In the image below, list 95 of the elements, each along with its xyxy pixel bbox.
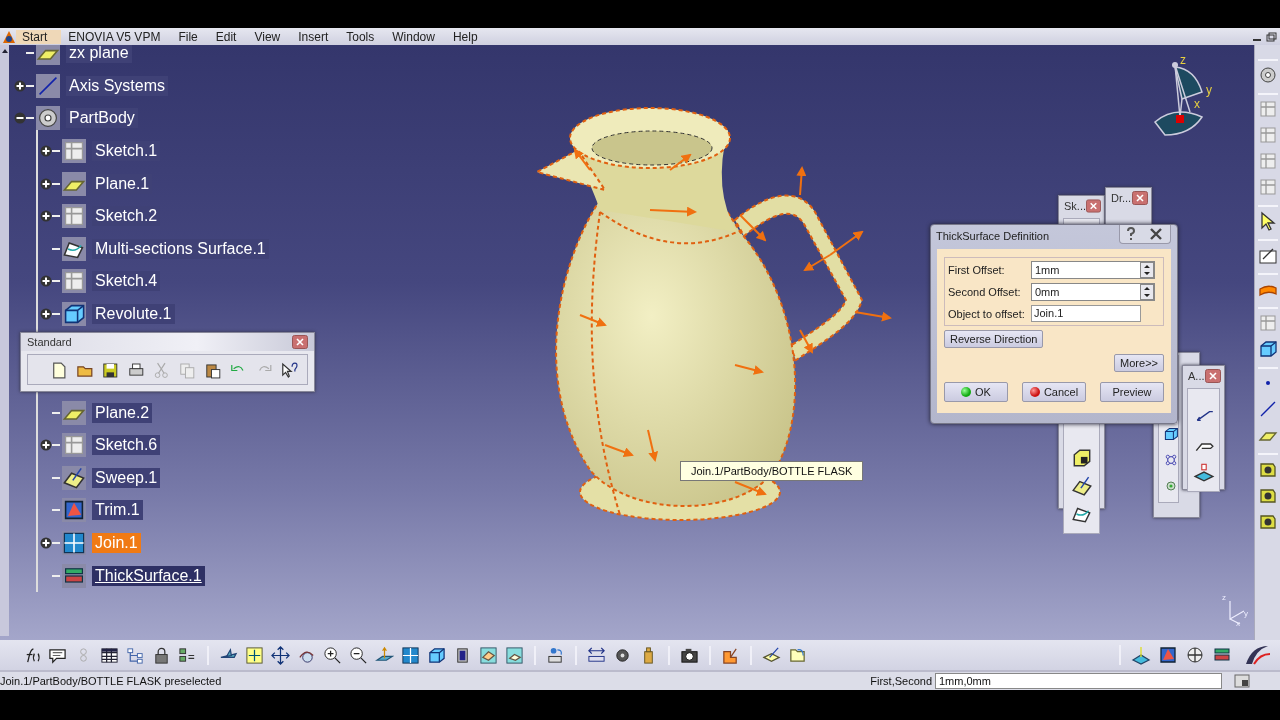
plane-icon <box>62 400 86 425</box>
app-logo-icon[interactable] <box>2 29 16 44</box>
tree-item[interactable]: Sweep.1 <box>92 467 161 488</box>
toolbar-title: Sk... <box>1064 200 1086 212</box>
box-icon[interactable] <box>1257 339 1278 359</box>
restore-icon[interactable] <box>1264 30 1278 43</box>
spinner-field[interactable]: 0mm <box>1031 283 1155 301</box>
fit-all-icon[interactable] <box>245 645 264 665</box>
tree-item[interactable]: Sketch.6 <box>92 435 161 456</box>
plane-icon <box>62 171 86 196</box>
menu-item[interactable]: Help <box>445 29 489 44</box>
tree-item[interactable]: PartBody <box>66 108 138 129</box>
menu-item[interactable]: Insert <box>291 29 340 44</box>
sketch-icon <box>62 139 86 164</box>
status-input-field[interactable]: 1mm,0mm <box>935 673 1222 689</box>
new-file-icon[interactable] <box>50 361 69 380</box>
expand-icon[interactable] <box>40 308 52 321</box>
field-label: Second Offset: <box>948 286 1022 298</box>
toolbar-title: Standard <box>27 336 72 348</box>
sketch-icon <box>62 433 86 458</box>
tooltip: Join.1/PartBody/BOTTLE FLASK <box>680 461 864 481</box>
target-icon[interactable] <box>1185 645 1205 665</box>
sketch-icon <box>62 204 86 229</box>
status-field-label: First,Second <box>870 675 933 687</box>
tree-view-icon[interactable] <box>126 645 145 665</box>
sweep-icon <box>62 465 86 490</box>
spinner-field[interactable]: 1mm <box>1031 261 1155 279</box>
tree-item[interactable]: Plane.2 <box>92 402 153 423</box>
compass-drawing[interactable]: z y x <box>1150 57 1220 139</box>
sketch-icon <box>62 269 86 294</box>
tree-item[interactable]: Revolute.1 <box>92 304 175 325</box>
menu-item[interactable]: Tools <box>339 29 386 44</box>
tree-item[interactable]: Sketch.4 <box>92 271 161 292</box>
menu-item[interactable]: Start <box>16 29 62 44</box>
close-icon[interactable] <box>1132 191 1148 205</box>
save-icon[interactable] <box>101 361 120 380</box>
lock-icon[interactable] <box>152 645 171 665</box>
tree-item[interactable]: Trim.1 <box>92 500 143 521</box>
menu-item[interactable]: File <box>171 29 209 44</box>
box-icon[interactable] <box>1163 426 1179 442</box>
expand-icon[interactable] <box>40 439 52 452</box>
close-icon[interactable] <box>292 335 308 349</box>
window-icon[interactable] <box>1234 674 1250 688</box>
scroll-up-icon[interactable] <box>0 47 9 55</box>
collapse-icon[interactable] <box>14 112 26 125</box>
expand-icon[interactable] <box>14 79 26 92</box>
measure-icon[interactable] <box>587 645 606 665</box>
tree-item[interactable]: Sketch.2 <box>92 206 161 227</box>
zoom-in-icon[interactable] <box>323 645 342 665</box>
toolbar-title: A... <box>1188 370 1205 382</box>
stamp-icon[interactable] <box>1192 461 1215 483</box>
toolbar-title: Dr... <box>1111 192 1132 204</box>
color-map-icon[interactable] <box>1158 645 1178 665</box>
menu-item[interactable]: Window <box>385 29 446 44</box>
dialog-button[interactable]: Cancel <box>1022 382 1086 402</box>
status-message: Join.1/PartBody/BOTTLE FLASK preselected <box>0 675 222 687</box>
multi-view-icon[interactable] <box>401 645 420 665</box>
menu-item[interactable]: ENOVIA V5 VPM <box>61 29 172 44</box>
gear-icon[interactable] <box>1257 65 1278 85</box>
menu-item[interactable]: Edit <box>208 29 248 44</box>
tree-item[interactable]: ThickSurface.1 <box>92 565 205 586</box>
close-icon[interactable] <box>1205 369 1221 383</box>
tree-item[interactable]: Axis Systems <box>66 75 168 96</box>
expand-icon[interactable] <box>40 210 52 223</box>
plane-icon <box>36 45 60 66</box>
dialog-button[interactable]: Preview <box>1100 382 1164 402</box>
circle-icon[interactable] <box>1163 478 1179 494</box>
list-icon[interactable] <box>178 645 197 665</box>
close-icon[interactable] <box>1086 199 1101 213</box>
dialog-title: ThickSurface Definition <box>936 230 1050 242</box>
cube-view-icon[interactable] <box>427 645 446 665</box>
spinner-arrows-icon[interactable] <box>1140 262 1154 278</box>
expand-icon[interactable] <box>40 275 52 288</box>
tree-item[interactable]: zx plane <box>66 45 132 64</box>
expand-icon[interactable] <box>40 177 52 190</box>
gear-icon <box>36 106 60 131</box>
dialog-button[interactable]: OK <box>944 382 1008 402</box>
spinner-arrows-icon[interactable] <box>1140 284 1154 300</box>
tree-item[interactable]: Multi-sections Surface.1 <box>92 238 269 259</box>
expand-icon[interactable] <box>40 145 52 158</box>
expand-icon[interactable] <box>40 537 52 549</box>
table-icon[interactable] <box>100 645 119 665</box>
reverse-direction-button[interactable]: Reverse Direction <box>944 330 1044 348</box>
help-cursor-icon[interactable] <box>280 361 299 380</box>
more-button[interactable]: More>> <box>1114 354 1164 372</box>
field-label: First Offset: <box>948 264 1006 276</box>
zoom-out-icon[interactable] <box>349 645 368 665</box>
network-icon[interactable] <box>1163 452 1179 468</box>
field-label: Object to offset: <box>948 307 1026 320</box>
surface-icon[interactable] <box>1070 475 1093 497</box>
text-field[interactable]: Join.1 <box>1031 305 1141 322</box>
menu-item[interactable]: View <box>247 29 292 44</box>
paste-icon[interactable] <box>203 361 223 380</box>
pan-icon[interactable] <box>271 645 290 665</box>
surface-icon <box>62 236 86 261</box>
